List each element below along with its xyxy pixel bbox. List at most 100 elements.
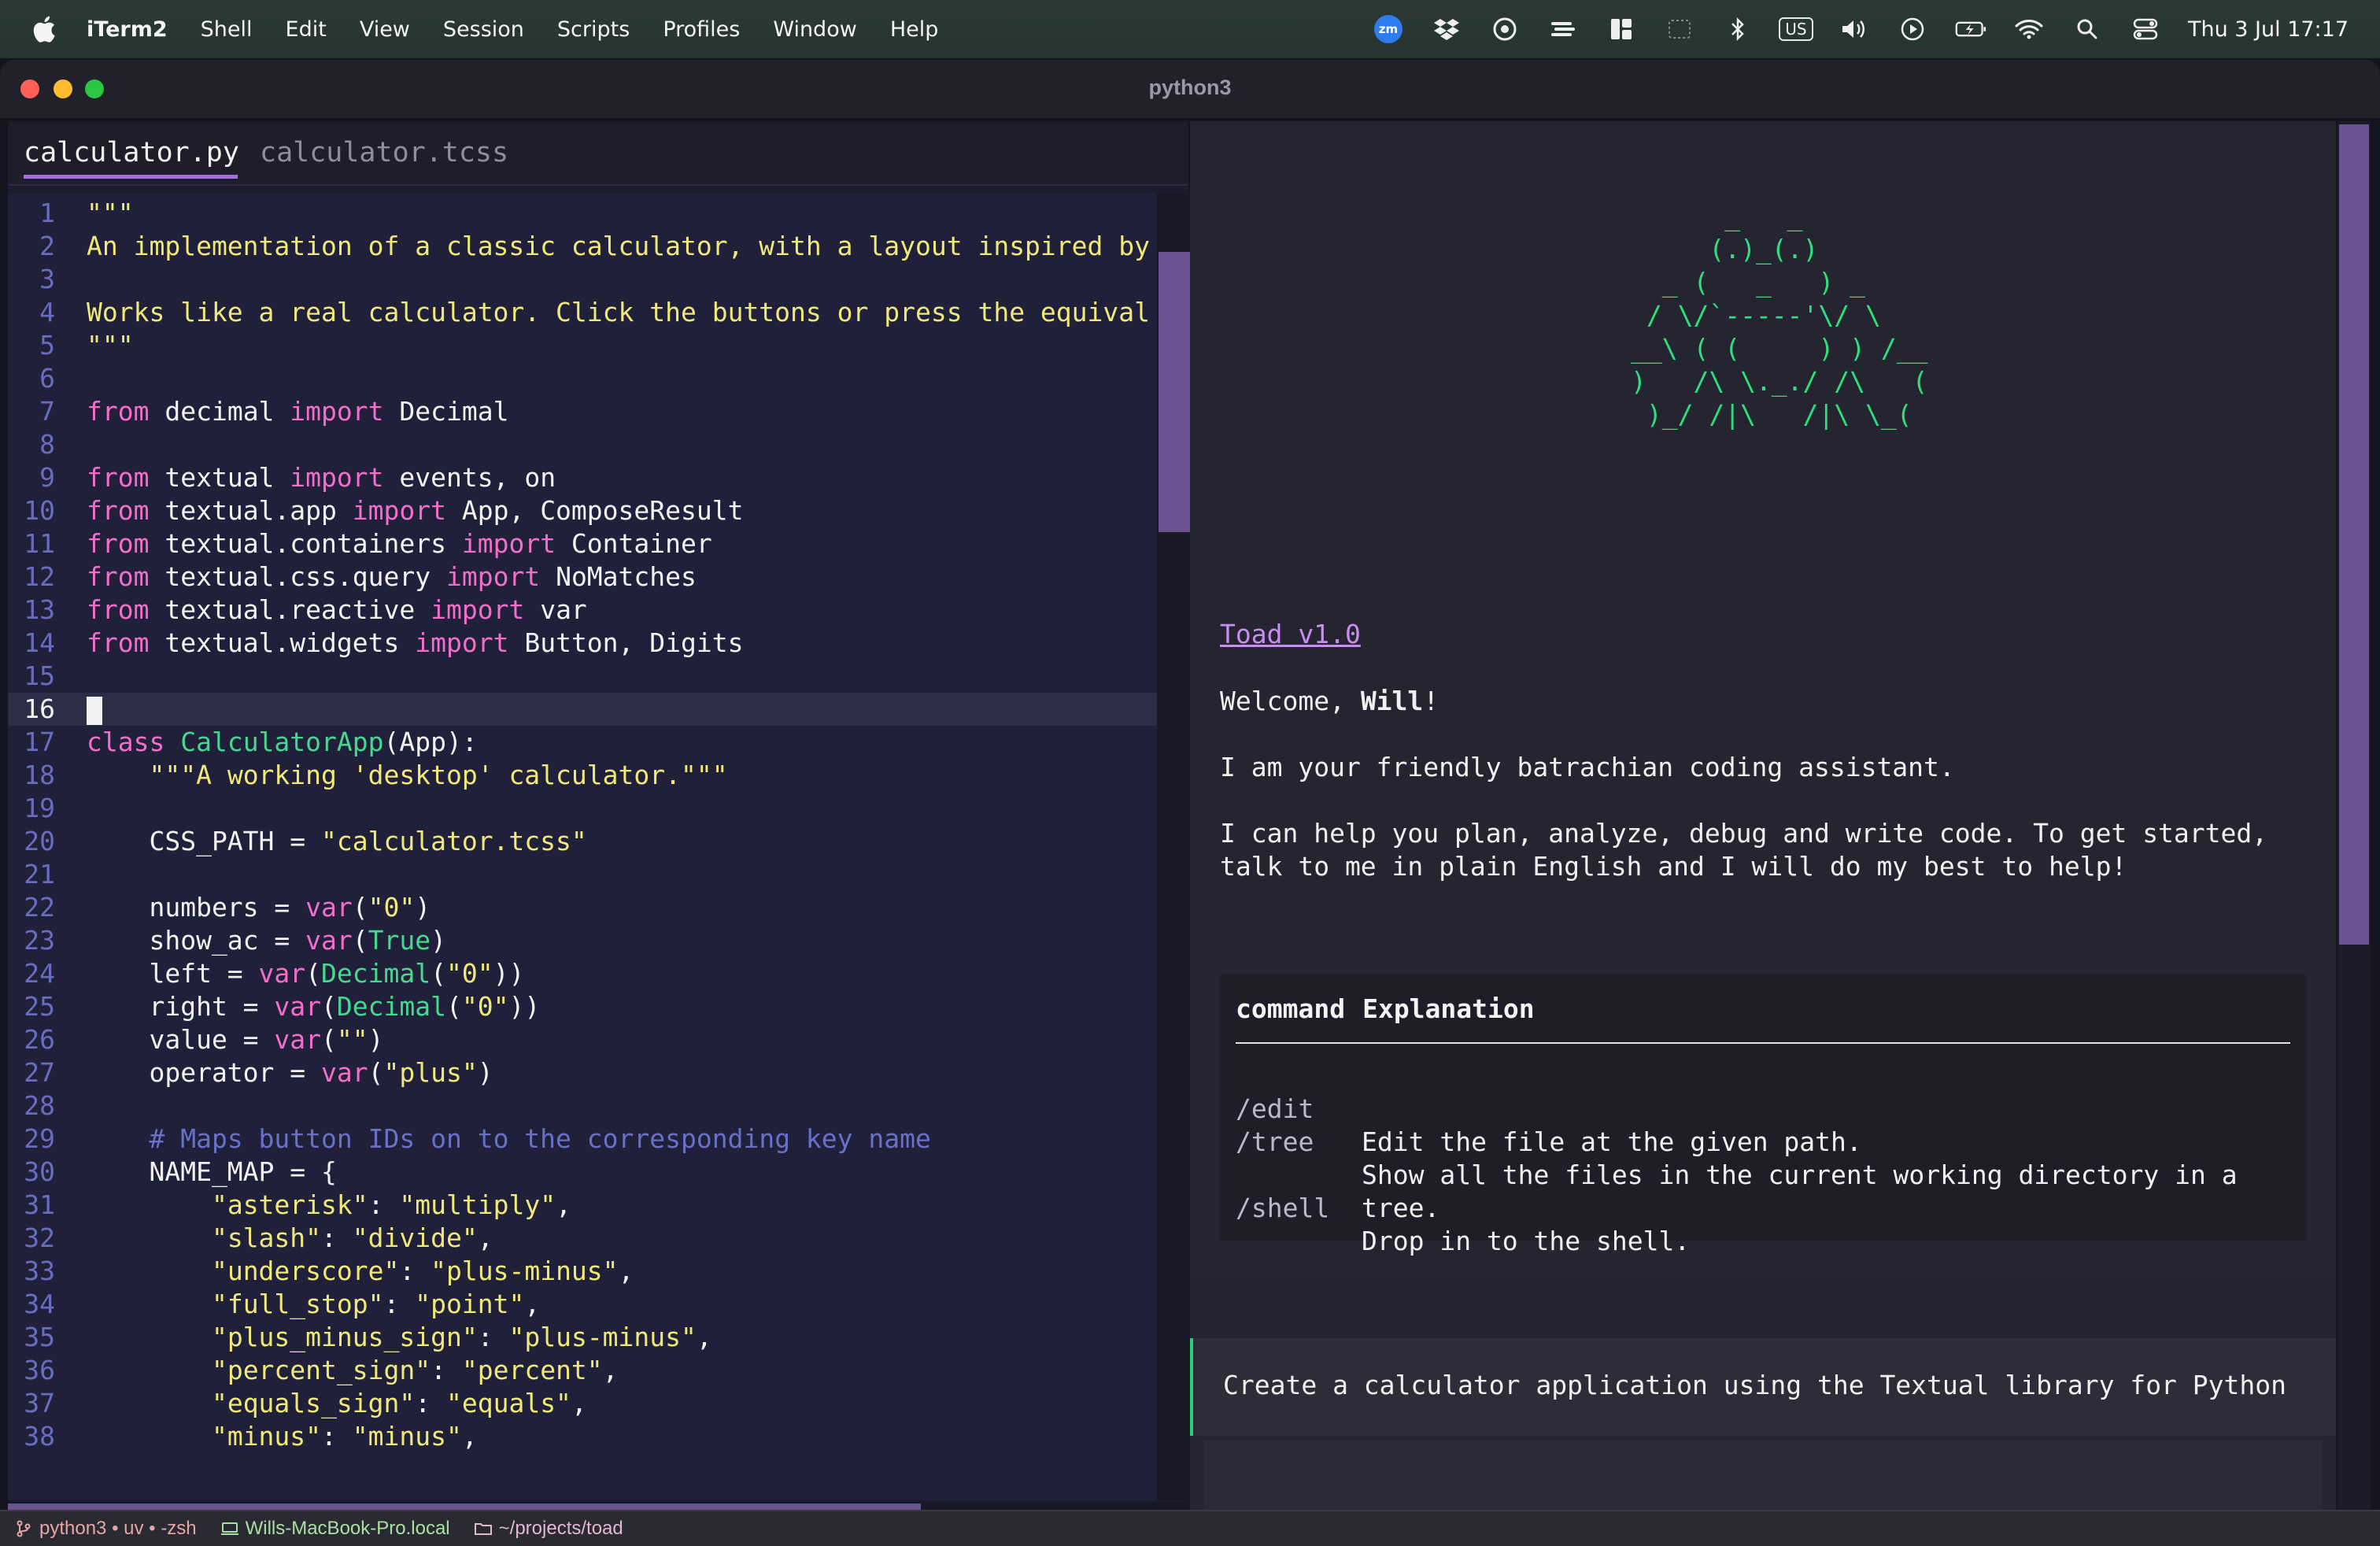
sync-icon[interactable] [1547, 13, 1579, 45]
code-line[interactable]: 2 An implementation of a classic calculat… [8, 230, 1157, 263]
window-titlebar[interactable]: python3 [0, 60, 2380, 118]
volume-icon[interactable] [1839, 13, 1870, 45]
code-line[interactable]: 28 [8, 1089, 1157, 1123]
code-line[interactable]: 16 [8, 693, 1157, 726]
battery-icon[interactable] [1955, 13, 1986, 45]
menu-help[interactable]: Help [890, 17, 939, 42]
app-menu-iterm2[interactable]: iTerm2 [87, 17, 168, 42]
code-token: CalculatorApp [180, 727, 384, 757]
code-line[interactable]: 31 "asterisk": "multiply", [8, 1189, 1157, 1222]
menu-window[interactable]: Window [773, 17, 856, 42]
status-host[interactable]: Wills-MacBook-Pro.local [220, 1518, 450, 1540]
code-line[interactable]: 22 numbers = var("0") [8, 891, 1157, 924]
code-token: : [431, 1355, 462, 1385]
code-text: """ [87, 197, 134, 230]
code-line[interactable]: 12 from textual.css.query import NoMatche… [8, 560, 1157, 594]
code-token: # Maps button IDs on to the correspondin… [149, 1123, 931, 1154]
code-line[interactable]: 11 from textual.containers import Contain… [8, 527, 1157, 560]
line-number: 18 [24, 760, 55, 790]
menu-shell[interactable]: Shell [201, 17, 253, 42]
code-line[interactable]: 3 [8, 263, 1157, 296]
code-token: ) [415, 892, 431, 923]
code-line[interactable]: 30 NAME_MAP = { [8, 1156, 1157, 1189]
code-line[interactable]: 24 left = var(Decimal("0")) [8, 957, 1157, 990]
apple-menu-icon[interactable] [31, 15, 57, 43]
line-number: 30 [24, 1156, 55, 1187]
code-token: "full_stop" [211, 1289, 384, 1319]
toad-version-link[interactable]: Toad v1.0 [1220, 619, 1361, 649]
code-line[interactable]: 20 CSS_PATH = "calculator.tcss" [8, 825, 1157, 858]
code-token: Decimal [336, 991, 446, 1022]
spotlight-icon[interactable] [2071, 13, 2103, 45]
code-line[interactable]: 1 """ [8, 197, 1157, 230]
line-number: 22 [24, 892, 55, 923]
code-line[interactable]: 7 from decimal import Decimal [8, 395, 1157, 428]
code-line[interactable]: 37 "equals_sign": "equals", [8, 1387, 1157, 1420]
menu-view[interactable]: View [360, 17, 410, 42]
screen-record-icon[interactable] [1489, 13, 1521, 45]
tab-calculator-py[interactable]: calculator.py [24, 137, 239, 168]
editor-vertical-scroll-thumb[interactable] [1159, 252, 1190, 532]
code-text: numbers = var("0") [87, 891, 431, 924]
status-session[interactable]: python3 • uv • -zsh [14, 1518, 197, 1540]
text-cursor [87, 696, 102, 725]
keyboard-layout-icon[interactable]: US [1779, 13, 1813, 45]
zoom-icon[interactable]: zm [1373, 13, 1404, 45]
code-token: import [415, 627, 509, 658]
menu-scripts[interactable]: Scripts [557, 17, 630, 42]
code-text: CSS_PATH = "calculator.tcss" [87, 825, 586, 858]
code-line[interactable]: 21 [8, 858, 1157, 891]
dropbox-icon[interactable] [1431, 13, 1462, 45]
code-editor[interactable]: 1 """ 2 An implementation of a classic calc… [8, 194, 1157, 1500]
code-line[interactable]: 27 operator = var("plus") [8, 1056, 1157, 1089]
code-token: : [383, 1289, 416, 1319]
code-line[interactable]: 5 """ [8, 329, 1157, 362]
code-line[interactable]: 8 [8, 428, 1157, 461]
code-line[interactable]: 26 value = var("") [8, 1023, 1157, 1056]
code-text: "asterisk": "multiply", [87, 1189, 571, 1222]
menu-session[interactable]: Session [443, 17, 524, 42]
dashed-box-icon[interactable] [1664, 13, 1695, 45]
code-text: "slash": "divide", [87, 1222, 493, 1255]
code-line[interactable]: 38 "minus": "minus", [8, 1420, 1157, 1453]
code-line[interactable]: 29 # Maps button IDs on to the correspon… [8, 1123, 1157, 1156]
code-line[interactable]: 23 show_ac = var(True) [8, 924, 1157, 957]
control-center-icon[interactable] [2130, 13, 2161, 45]
assistant-vertical-scroll-thumb[interactable] [2339, 124, 2369, 945]
welcome-prefix: Welcome, [1220, 686, 1361, 716]
menu-edit[interactable]: Edit [286, 17, 327, 42]
code-line[interactable]: 4 Works like a real calculator. Click the… [8, 296, 1157, 329]
code-token: ) [431, 925, 446, 956]
code-line[interactable]: 36 "percent_sign": "percent", [8, 1354, 1157, 1387]
code-text: value = var("") [87, 1023, 383, 1056]
menu-bar-clock[interactable]: Thu 3 Jul 17:17 [2188, 17, 2349, 42]
code-line[interactable]: 18 """A working 'desktop' calculator.""" [8, 759, 1157, 792]
code-token: : [321, 1421, 353, 1452]
code-line[interactable]: 33 "underscore": "plus-minus", [8, 1255, 1157, 1288]
bluetooth-icon[interactable] [1722, 13, 1754, 45]
code-line[interactable]: 9 from textual import events, on [8, 461, 1157, 494]
play-icon[interactable] [1897, 13, 1928, 45]
layout-icon[interactable] [1606, 13, 1637, 45]
code-line[interactable]: 6 [8, 362, 1157, 395]
code-token: var [305, 925, 353, 956]
welcome-suffix: ! [1423, 686, 1439, 716]
line-number: 32 [24, 1222, 55, 1253]
menu-profiles[interactable]: Profiles [663, 17, 740, 42]
code-token: : [399, 1256, 431, 1286]
code-line[interactable]: 17 class CalculatorApp(App): [8, 726, 1157, 759]
tab-calculator-tcss[interactable]: calculator.tcss [260, 137, 508, 168]
code-line[interactable]: 13 from textual.reactive import var [8, 594, 1157, 627]
code-line[interactable]: 25 right = var(Decimal("0")) [8, 990, 1157, 1023]
code-text: from textual.css.query import NoMatches [87, 560, 697, 594]
code-line[interactable]: 32 "slash": "divide", [8, 1222, 1157, 1255]
wifi-icon[interactable] [2013, 13, 2045, 45]
code-line[interactable]: 10 from textual.app import App, ComposeRe… [8, 494, 1157, 527]
code-line[interactable]: 19 [8, 792, 1157, 825]
code-line[interactable]: 34 "full_stop": "point", [8, 1288, 1157, 1321]
code-line[interactable]: 35 "plus_minus_sign": "plus-minus", [8, 1321, 1157, 1354]
code-line[interactable]: 14 from textual.widgets import Button, Di… [8, 627, 1157, 660]
code-text: from textual.reactive import var [87, 594, 587, 627]
code-line[interactable]: 15 [8, 660, 1157, 693]
status-path[interactable]: ~/projects/toad [474, 1518, 623, 1540]
